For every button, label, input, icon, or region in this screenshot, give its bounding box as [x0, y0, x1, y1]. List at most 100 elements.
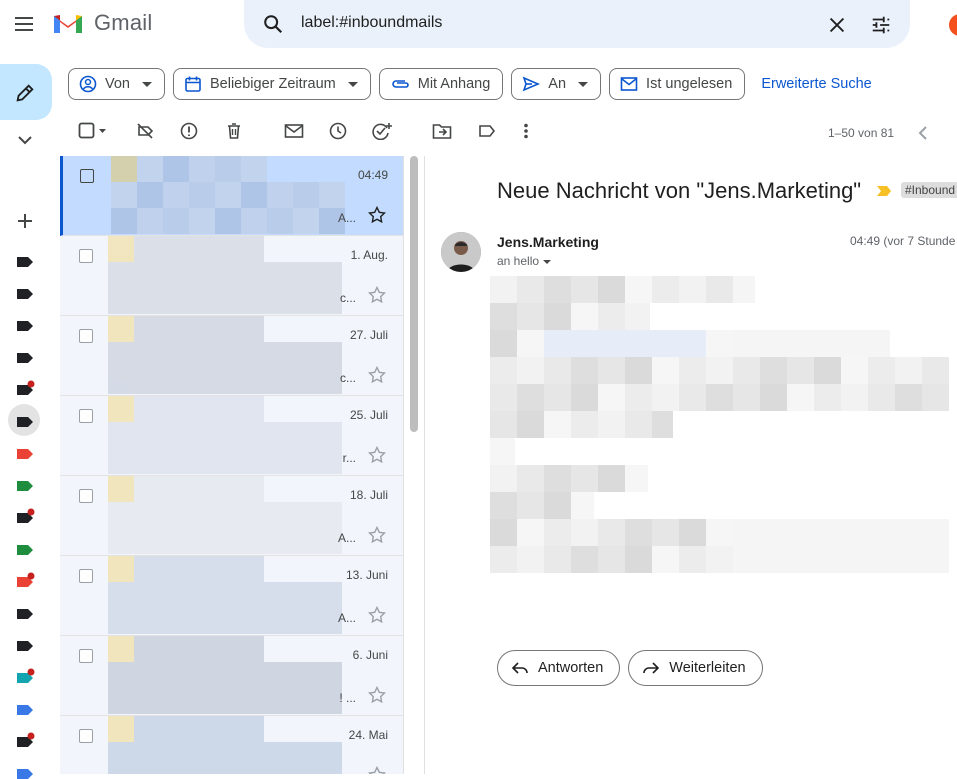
label-icon[interactable]: [17, 545, 33, 555]
checkbox-icon: [78, 122, 106, 139]
redacted-text-block: [598, 330, 625, 357]
label-icon[interactable]: [17, 321, 33, 331]
search-options-icon[interactable]: [870, 14, 892, 36]
report-spam-button[interactable]: [180, 122, 198, 145]
mail-row[interactable]: 24. Mai: [60, 716, 403, 774]
mail-row[interactable]: 25. Juli r...: [60, 396, 403, 476]
delete-button[interactable]: [225, 122, 243, 145]
label-icon[interactable]: [17, 668, 35, 683]
row-checkbox[interactable]: [79, 729, 93, 743]
redacted-text-block: [679, 276, 706, 303]
row-checkbox[interactable]: [79, 329, 93, 343]
redacted-text-block: [571, 465, 598, 492]
importance-marker-icon[interactable]: [876, 185, 892, 197]
row-checkbox[interactable]: [79, 569, 93, 583]
star-icon[interactable]: [368, 206, 386, 224]
redacted-text-block: [490, 384, 517, 411]
filter-chip[interactable]: Ist ungelesen: [609, 68, 746, 100]
forward-button[interactable]: Weiterleiten: [628, 650, 763, 686]
chevron-left-icon: [918, 126, 927, 140]
row-checkbox[interactable]: [79, 249, 93, 263]
previous-page-button[interactable]: [916, 124, 930, 147]
mail-row[interactable]: 6. Juni ! ...: [60, 636, 403, 716]
add-label-icon[interactable]: [16, 212, 34, 230]
chevron-down-icon: [142, 81, 152, 87]
filter-chip[interactable]: An: [511, 68, 602, 100]
search-icon[interactable]: [262, 13, 284, 35]
redacted-text-block: [517, 303, 544, 330]
label-icon[interactable]: [17, 641, 33, 651]
more-options-button[interactable]: [522, 122, 530, 145]
snooze-button[interactable]: [329, 122, 347, 145]
search-input[interactable]: label:#inboundmails: [301, 14, 442, 32]
search-bar[interactable]: label:#inboundmails: [244, 0, 910, 48]
sender-name[interactable]: Jens.Marketing: [497, 234, 599, 250]
label-icon[interactable]: [17, 449, 33, 459]
mail-row[interactable]: 27. Juli c...: [60, 316, 403, 396]
redacted-text-block: [625, 303, 650, 330]
mail-list-scrollbar[interactable]: [410, 156, 418, 432]
mail-row[interactable]: 13. Juni A...: [60, 556, 403, 636]
redacted-text-block: [490, 438, 515, 465]
star-icon[interactable]: [368, 766, 386, 774]
reading-pane: Neue Nachricht von "Jens.Marketing" #Inb…: [425, 156, 957, 774]
star-icon[interactable]: [368, 286, 386, 304]
label-icon[interactable]: [17, 508, 35, 523]
redacted-text-block: [733, 384, 760, 411]
select-all-checkbox[interactable]: [78, 122, 106, 145]
compose-button[interactable]: [0, 64, 52, 120]
filter-chip[interactable]: Von: [68, 68, 165, 100]
clear-search-icon[interactable]: [826, 14, 848, 36]
archive-button[interactable]: [136, 122, 154, 145]
calendar-icon: [184, 75, 202, 93]
chevron-down-icon[interactable]: [17, 134, 33, 146]
label-icon[interactable]: [17, 732, 35, 747]
account-avatar[interactable]: [949, 14, 957, 36]
label-icon[interactable]: [17, 257, 33, 267]
label-icon[interactable]: [17, 769, 33, 779]
mail-row[interactable]: 18. Juli A...: [60, 476, 403, 556]
star-icon[interactable]: [368, 686, 386, 704]
label-icon[interactable]: [17, 572, 35, 587]
reply-button[interactable]: Antworten: [497, 650, 621, 686]
mark-unread-button[interactable]: [284, 122, 304, 145]
row-checkbox[interactable]: [79, 489, 93, 503]
gmail-logo[interactable]: Gmail: [52, 10, 152, 36]
redacted-text-block: [922, 519, 949, 546]
star-icon[interactable]: [368, 366, 386, 384]
star-icon[interactable]: [368, 606, 386, 624]
star-icon[interactable]: [368, 446, 386, 464]
mail-date: 18. Juli: [349, 488, 388, 502]
label-icon[interactable]: [17, 353, 33, 363]
redacted-text-block: [571, 411, 598, 438]
advanced-search-link[interactable]: Erweiterte Suche: [761, 76, 871, 92]
main-menu-button[interactable]: [12, 12, 36, 36]
mail-row[interactable]: 1. Aug. c...: [60, 236, 403, 316]
filter-chip[interactable]: Beliebiger Zeitraum: [173, 68, 371, 100]
redacted-text-block: [895, 384, 922, 411]
redacted-text-block: [679, 519, 706, 546]
row-checkbox[interactable]: [79, 409, 93, 423]
mail-snippet: c...: [339, 291, 356, 305]
redacted-sender-and-subject: [111, 156, 345, 234]
label-icon[interactable]: [17, 380, 35, 395]
redacted-text-block: [517, 384, 544, 411]
label-icon[interactable]: [17, 289, 33, 299]
mail-row[interactable]: 04:49 A...: [60, 156, 403, 236]
filter-chip[interactable]: Mit Anhang: [378, 68, 504, 100]
labels-button[interactable]: [478, 122, 496, 145]
sender-avatar[interactable]: [441, 232, 481, 272]
redacted-sender-and-subject: [108, 476, 342, 554]
label-icon[interactable]: [17, 609, 33, 619]
add-task-button[interactable]: [372, 122, 392, 145]
label-icon[interactable]: [17, 705, 33, 715]
label-tag[interactable]: #Inbound: [901, 182, 957, 198]
label-icon[interactable]: [17, 481, 33, 491]
move-to-button[interactable]: [432, 122, 452, 145]
row-checkbox[interactable]: [79, 649, 93, 663]
row-checkbox[interactable]: [80, 169, 94, 183]
recipient-details[interactable]: an hello: [497, 254, 552, 268]
redacted-text-block: [760, 519, 787, 546]
label-icon[interactable]: [17, 417, 33, 427]
star-icon[interactable]: [368, 526, 386, 544]
